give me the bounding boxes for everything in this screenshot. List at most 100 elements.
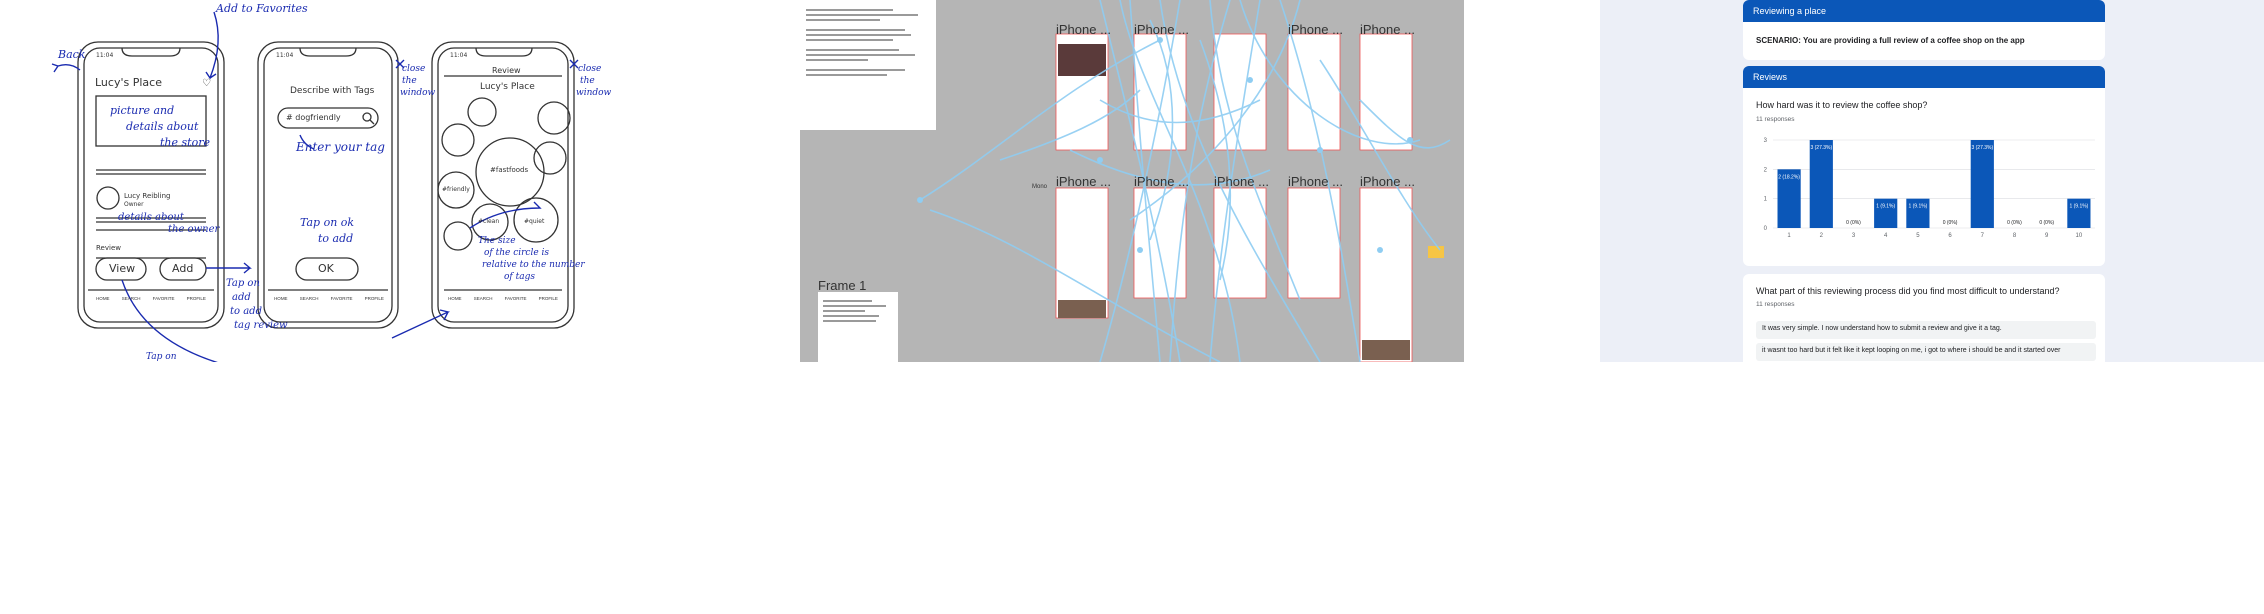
- iphone-label[interactable]: iPhone ...: [1288, 174, 1343, 189]
- phone2-time: 11:04: [276, 52, 294, 59]
- iphone-label[interactable]: iPhone ...: [1360, 22, 1415, 37]
- iphone-label[interactable]: iPhone ...: [1134, 174, 1189, 189]
- nav-search[interactable]: SEARCH: [122, 296, 141, 301]
- data-label: 1 (9.1%): [1908, 204, 1927, 210]
- nav-profile[interactable]: PROFILE: [539, 296, 558, 301]
- annotation-tap-add-3: to add: [230, 306, 262, 317]
- annotation-owner-1: details about: [118, 212, 184, 223]
- tag-search-input[interactable]: # dogfriendly: [286, 113, 341, 122]
- phone1-title: Lucy's Place: [95, 76, 162, 89]
- tag-quiet[interactable]: #quiet: [524, 218, 544, 225]
- phone2-title: Describe with Tags: [290, 86, 375, 96]
- annotation-picture-1: picture and: [110, 104, 175, 117]
- y-tick-label: 3: [1764, 138, 1768, 144]
- annotation-circle-2: of the circle is: [484, 248, 550, 258]
- iphone-frame: [1359, 187, 1413, 362]
- x-tick-label: 6: [1948, 233, 1952, 239]
- iphone-label[interactable]: iPhone ...: [1056, 174, 1111, 189]
- q1-responses: 11 responses: [1756, 116, 1795, 123]
- annotation-circle-3: relative to the number: [482, 260, 585, 270]
- sketch-panel: 11:04 Lucy's Place ♡ Lucy Reibling Owner…: [0, 0, 800, 362]
- nav-home[interactable]: HOME: [274, 296, 288, 301]
- x-tick-label: 2: [1820, 233, 1824, 239]
- annotation-close1-1: close: [402, 64, 426, 74]
- annotation-enter-tag: Enter your tag: [296, 140, 385, 154]
- data-label: 1 (9.1%): [1876, 204, 1895, 210]
- nav-search[interactable]: SEARCH: [300, 296, 319, 301]
- data-label: 0 (0%): [2039, 220, 2054, 226]
- annotation-circle-4: of tags: [504, 272, 535, 282]
- annotation-add-favorites: Add to Favorites: [216, 2, 308, 15]
- form-header: Reviewing a place: [1743, 0, 2105, 22]
- nav-home[interactable]: HOME: [96, 296, 110, 301]
- nav-home[interactable]: HOME: [448, 296, 462, 301]
- tag-friendly[interactable]: #friendly: [442, 186, 470, 193]
- figma-canvas[interactable]: Frame 1 Mono iPhone ... iPhone ... iPhon…: [800, 0, 1464, 362]
- annotation-tap-add-4: tag review: [234, 320, 288, 331]
- tag-fastfoods[interactable]: #fastfoods: [490, 166, 528, 174]
- review-label: Review: [96, 244, 121, 252]
- x-tick-label: 5: [1916, 233, 1920, 239]
- scenario-text: SCENARIO: You are providing a full revie…: [1756, 36, 2025, 45]
- add-button[interactable]: Add: [172, 262, 193, 275]
- iphone-frame: [1133, 33, 1187, 151]
- nav-search[interactable]: SEARCH: [474, 296, 493, 301]
- bar-chart: 0 1 2 3 2 (18.2%) 1 3 (27.3%) 2 0 (0%) 3 1 (9.1%) 4…: [1764, 138, 2095, 239]
- iphone-label[interactable]: iPhone ...: [1288, 22, 1343, 37]
- annotation-circle-1: The size: [478, 236, 516, 246]
- heart-icon[interactable]: ♡: [202, 78, 211, 89]
- annotation-back: Back: [58, 48, 86, 61]
- phone3-nav: HOME SEARCH FAVORITE PROFILE: [442, 296, 564, 301]
- annotation-owner-2: the owner: [168, 224, 220, 235]
- x-tick-label: 7: [1981, 233, 1985, 239]
- iphone-label[interactable]: iPhone ...: [1214, 174, 1269, 189]
- section-header: Reviews: [1743, 66, 2105, 88]
- data-label: 2 (18.2%): [1778, 174, 1800, 180]
- phone3-title: Lucy's Place: [480, 82, 535, 92]
- google-forms-panel: Reviewing a place SCENARIO: You are prov…: [1600, 0, 2264, 362]
- ok-button[interactable]: OK: [318, 262, 334, 275]
- q2-responses: 11 responses: [1756, 301, 1795, 308]
- annotation-tap-ok-1: Tap on ok: [300, 216, 355, 229]
- data-label: 0 (0%): [1943, 220, 1958, 226]
- phone1-time: 11:04: [96, 52, 114, 59]
- back-arrow: [51, 63, 81, 73]
- nav-favorite[interactable]: FAVORITE: [331, 296, 353, 301]
- owner-role: Owner: [124, 201, 144, 208]
- data-label: 3 (27.3%): [1810, 145, 1832, 151]
- iphone-label[interactable]: iPhone ...: [1134, 22, 1189, 37]
- annotation-picture-2: details about: [126, 120, 199, 133]
- data-label: 0 (0%): [1846, 220, 1861, 226]
- phone3-time: 11:04: [450, 52, 468, 59]
- x-tick-label: 9: [2045, 233, 2049, 239]
- tag-clean[interactable]: #clean: [478, 218, 499, 225]
- nav-favorite[interactable]: FAVORITE: [505, 296, 527, 301]
- iphone-frame: [1213, 187, 1267, 299]
- x-tick-label: 10: [2076, 233, 2083, 239]
- annotation-close1-3: window: [400, 88, 436, 98]
- bar: [1809, 140, 1833, 228]
- view-button[interactable]: View: [109, 262, 135, 275]
- nav-favorite[interactable]: FAVORITE: [153, 296, 175, 301]
- x-tick-label: 8: [2013, 233, 2017, 239]
- iphone-label[interactable]: iPhone ...: [1056, 22, 1111, 37]
- annotation-close2-2: the: [580, 76, 595, 86]
- response-item: it wasnt too hard but it felt like it ke…: [1756, 343, 2096, 361]
- iphone-frame: [1359, 33, 1413, 151]
- bar: [1970, 140, 1994, 228]
- photo-thumb: [1058, 44, 1106, 76]
- iphone-frame: [1055, 187, 1109, 319]
- annotation-close1-2: the: [402, 76, 417, 86]
- iphone-label[interactable]: iPhone ...: [1360, 174, 1415, 189]
- nav-profile[interactable]: PROFILE: [187, 296, 206, 301]
- nav-profile[interactable]: PROFILE: [365, 296, 384, 301]
- x-tick-label: 4: [1884, 233, 1888, 239]
- phone3-header: Review: [492, 66, 521, 75]
- y-tick-label: 1: [1764, 197, 1768, 203]
- owner-name: Lucy Reibling: [124, 192, 171, 200]
- data-label: 1 (9.1%): [2069, 204, 2088, 210]
- phone1-nav: HOME SEARCH FAVORITE PROFILE: [90, 296, 212, 301]
- annotation-close2-3: window: [576, 88, 612, 98]
- annotation-tap-ok-2: to add: [318, 232, 354, 245]
- x-tick-label: 3: [1852, 233, 1856, 239]
